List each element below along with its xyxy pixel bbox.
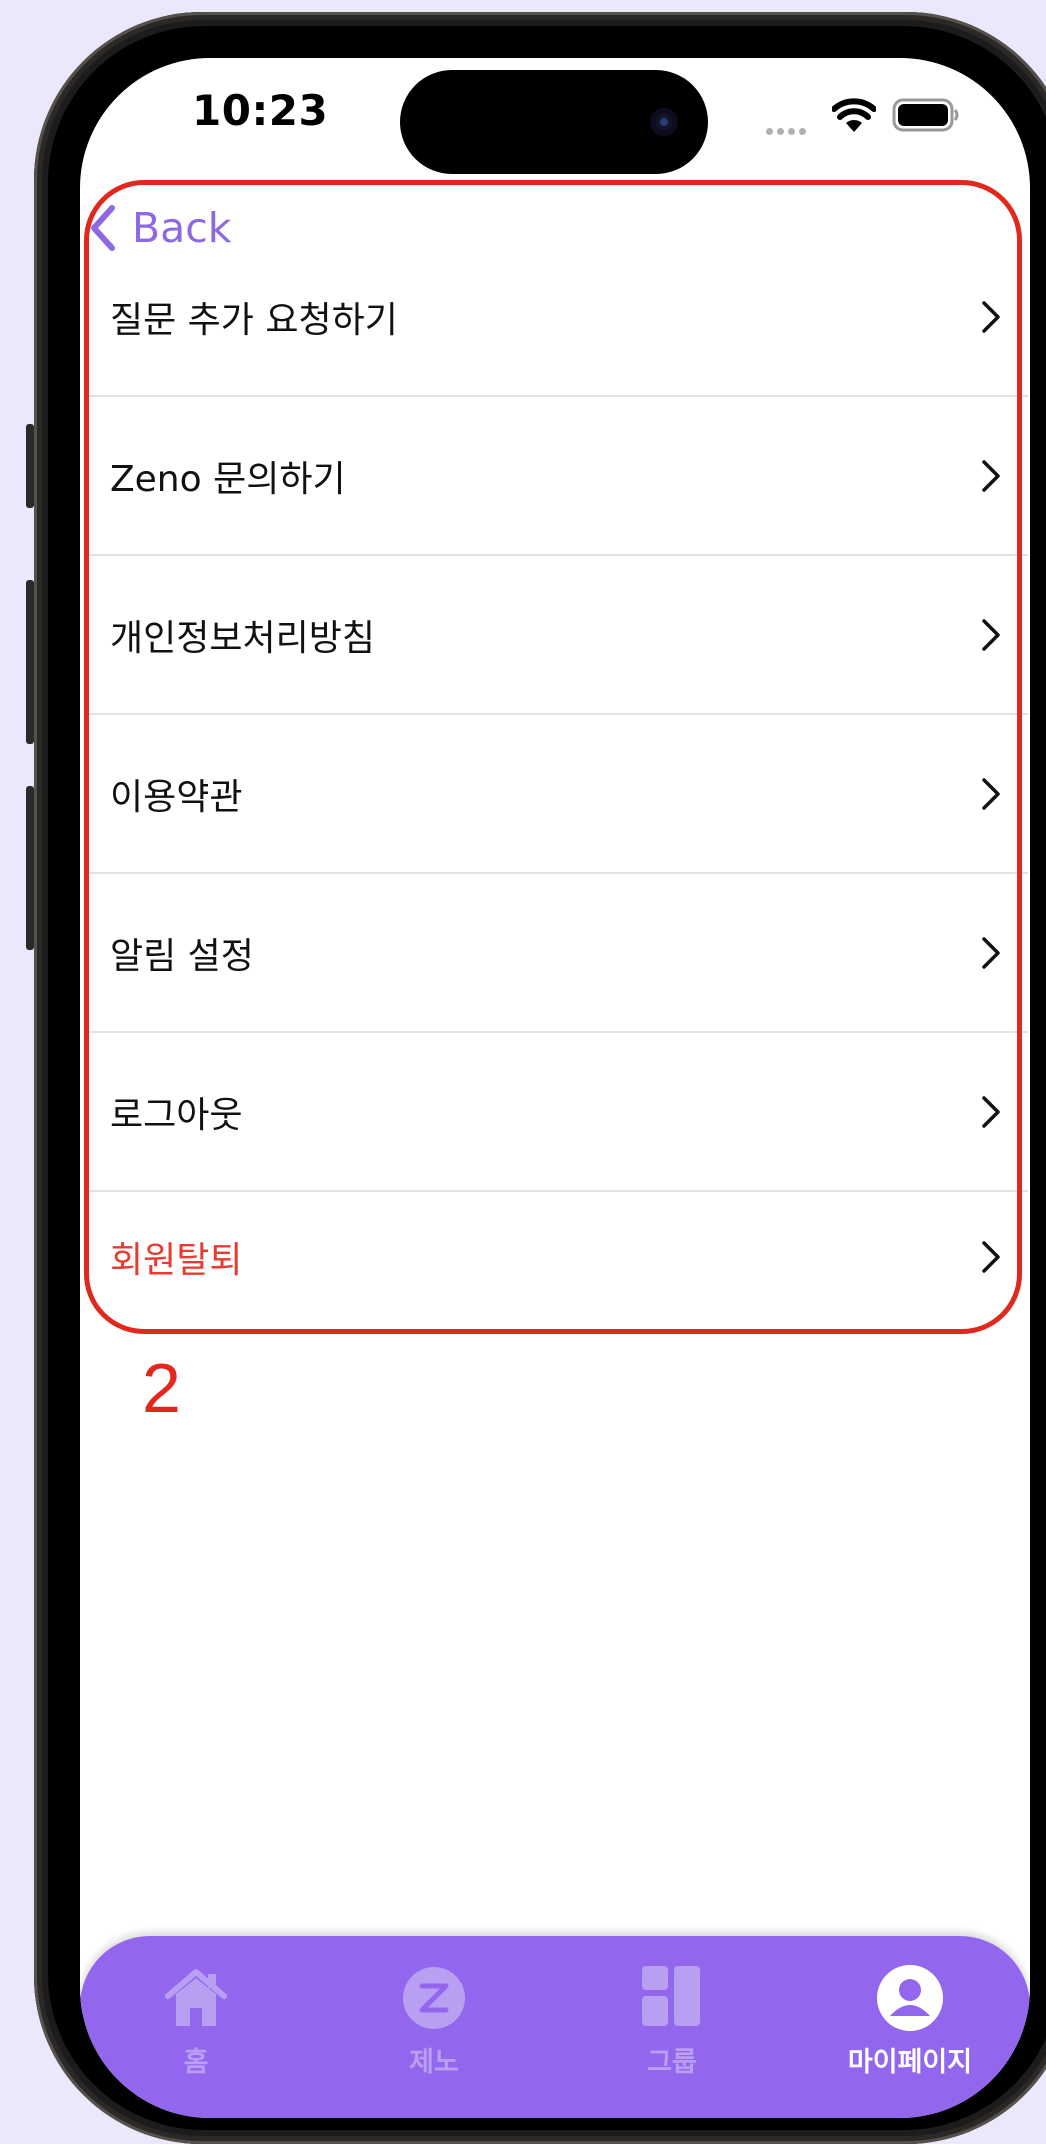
tab-mypage[interactable]: 마이페이지 [810, 1936, 1010, 2096]
status-time: 10:23 [192, 86, 329, 135]
tab-label: 제노 [409, 2047, 459, 2078]
tab-label: 홈 [183, 2047, 209, 2078]
front-camera-icon [650, 108, 678, 136]
menu-item-contact-zeno[interactable]: Zeno 문의하기 [88, 397, 1028, 556]
phone-screen: 10:23 Back 질문 추가 요청하기 Zeno 문의하기 개인정보처리방침 [80, 58, 1030, 2118]
profile-icon [877, 1965, 943, 2031]
chevron-right-icon [982, 459, 1000, 492]
tab-bar: 홈 제노 그룹 마이페이지 [80, 1936, 1030, 2118]
home-icon [165, 1969, 227, 2026]
menu-item-label: Zeno 문의하기 [110, 458, 346, 500]
menu-item-label: 알림 설정 [110, 935, 254, 977]
tab-home[interactable]: 홈 [96, 1936, 296, 2096]
volume-down-button [26, 786, 34, 950]
settings-menu-list: 질문 추가 요청하기 Zeno 문의하기 개인정보처리방침 이용약관 알림 설정… [88, 238, 1028, 1322]
chevron-right-icon [982, 1241, 1000, 1273]
menu-item-logout[interactable]: 로그아웃 [88, 1033, 1028, 1192]
cellular-signal-icon [766, 120, 810, 139]
menu-item-label: 질문 추가 요청하기 [110, 299, 398, 341]
tab-zeno[interactable]: 제노 [334, 1936, 534, 2096]
chevron-right-icon [982, 936, 1000, 969]
menu-item-notification-settings[interactable]: 알림 설정 [88, 874, 1028, 1033]
chevron-right-icon [982, 1095, 1000, 1128]
action-button [26, 424, 34, 508]
menu-item-label: 회원탈퇴 [110, 1240, 243, 1281]
menu-item-label: 개인정보처리방침 [110, 617, 375, 659]
menu-item-request-question[interactable]: 질문 추가 요청하기 [88, 238, 1028, 397]
tab-group[interactable]: 그룹 [572, 1936, 772, 2096]
dynamic-island [400, 70, 708, 174]
menu-item-privacy-policy[interactable]: 개인정보처리방침 [88, 556, 1028, 715]
wifi-icon [832, 98, 876, 132]
volume-up-button [26, 580, 34, 744]
menu-item-label: 로그아웃 [110, 1094, 243, 1136]
annotation-number: 2 [142, 1349, 181, 1427]
tab-label: 그룹 [647, 2047, 697, 2078]
menu-item-terms[interactable]: 이용약관 [88, 715, 1028, 874]
zeno-icon [403, 1967, 465, 2029]
chevron-right-icon [982, 777, 1000, 810]
chevron-right-icon [982, 618, 1000, 651]
menu-item-label: 이용약관 [110, 776, 243, 818]
chevron-right-icon [982, 300, 1000, 333]
battery-icon [892, 98, 959, 132]
menu-item-delete-account[interactable]: 회원탈퇴 [88, 1192, 1028, 1322]
group-icon [642, 1966, 700, 2026]
tab-label: 마이페이지 [847, 2047, 973, 2078]
